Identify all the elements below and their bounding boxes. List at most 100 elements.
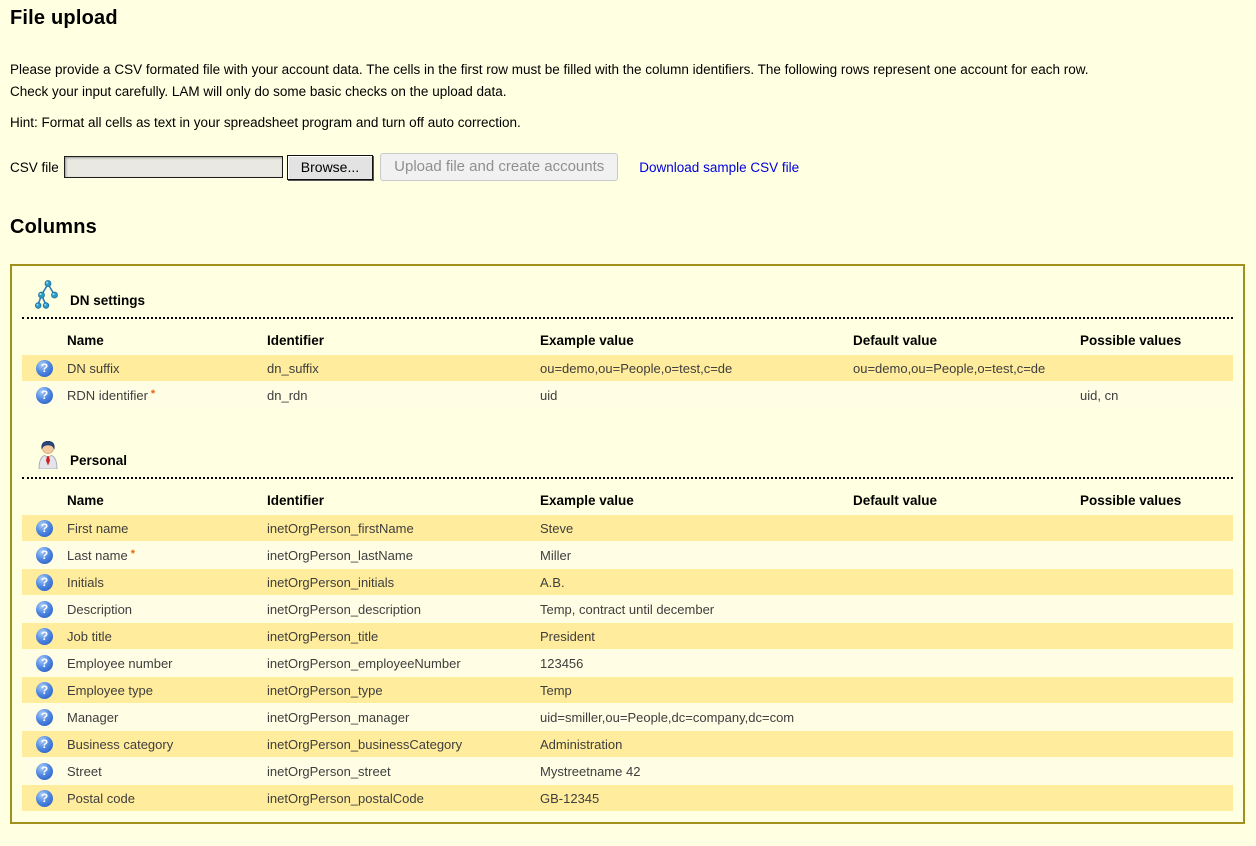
table-header-spacer (22, 320, 67, 354)
cell-identifier: inetOrgPerson_description (267, 596, 540, 622)
cell-possible (1080, 758, 1233, 784)
table-header: Example value (540, 320, 853, 354)
help-icon[interactable]: ? (36, 520, 53, 537)
table-header: Default value (853, 320, 1080, 354)
tree-icon (35, 279, 61, 309)
column-group-header: DN settings (22, 279, 1233, 319)
cell-name: Initials (67, 575, 104, 590)
intro-line-1: Please provide a CSV formated file with … (10, 59, 1245, 81)
cell-default (853, 704, 1080, 730)
upload-button[interactable]: Upload file and create accounts (380, 153, 618, 181)
cell-example: GB-12345 (540, 785, 853, 811)
help-icon[interactable]: ? (36, 360, 53, 377)
cell-default (853, 623, 1080, 649)
cell-identifier: inetOrgPerson_street (267, 758, 540, 784)
table-row: ? First name inetOrgPerson_firstName Ste… (22, 515, 1233, 541)
columns-table: NameIdentifierExample valueDefault value… (22, 479, 1233, 812)
cell-example: uid (540, 382, 853, 408)
table-header: Name (67, 480, 267, 514)
cell-identifier: inetOrgPerson_initials (267, 569, 540, 595)
columns-box: DN settings NameIdentifierExample valueD… (10, 264, 1245, 824)
cell-name: Employee type (67, 683, 153, 698)
cell-possible (1080, 596, 1233, 622)
cell-name: DN suffix (67, 361, 120, 376)
cell-name: Business category (67, 737, 173, 752)
cell-identifier: inetOrgPerson_firstName (267, 515, 540, 541)
cell-example: 123456 (540, 650, 853, 676)
table-row: ? Initials inetOrgPerson_initials A.B. (22, 569, 1233, 595)
cell-example: ou=demo,ou=People,o=test,c=de (540, 355, 853, 381)
download-sample-link[interactable]: Download sample CSV file (639, 160, 799, 175)
cell-default (853, 382, 1080, 408)
required-asterisk: * (151, 388, 155, 400)
column-group: Personal NameIdentifierExample valueDefa… (22, 439, 1233, 812)
cell-possible (1080, 650, 1233, 676)
help-icon[interactable]: ? (36, 628, 53, 645)
table-header-row: NameIdentifierExample valueDefault value… (22, 480, 1233, 514)
help-icon[interactable]: ? (36, 547, 53, 564)
table-header: Identifier (267, 320, 540, 354)
cell-default: ou=demo,ou=People,o=test,c=de (853, 355, 1080, 381)
table-row: ? RDN identifier* dn_rdn uid uid, cn (22, 382, 1233, 408)
cell-possible (1080, 355, 1233, 381)
help-icon[interactable]: ? (36, 601, 53, 618)
column-group: DN settings NameIdentifierExample valueD… (22, 279, 1233, 409)
cell-possible (1080, 569, 1233, 595)
help-icon[interactable]: ? (36, 709, 53, 726)
csv-file-input[interactable] (64, 156, 283, 178)
table-row: ? Job title inetOrgPerson_title Presiden… (22, 623, 1233, 649)
cell-identifier: inetOrgPerson_businessCategory (267, 731, 540, 757)
cell-identifier: dn_suffix (267, 355, 540, 381)
cell-name: Job title (67, 629, 112, 644)
intro-line-2: Check your input carefully. LAM will onl… (10, 81, 1245, 103)
cell-possible (1080, 731, 1233, 757)
help-icon[interactable]: ? (36, 574, 53, 591)
table-header: Name (67, 320, 267, 354)
help-icon[interactable]: ? (36, 763, 53, 780)
cell-example: Steve (540, 515, 853, 541)
cell-name: Street (67, 764, 102, 779)
cell-example: Mystreetname 42 (540, 758, 853, 784)
help-icon[interactable]: ? (36, 682, 53, 699)
columns-section-title: Columns (10, 216, 1245, 239)
help-icon[interactable]: ? (36, 736, 53, 753)
cell-name: Last name (67, 548, 128, 563)
cell-possible (1080, 704, 1233, 730)
cell-example: Temp (540, 677, 853, 703)
column-group-header: Personal (22, 439, 1233, 479)
help-icon[interactable]: ? (36, 387, 53, 404)
cell-example: President (540, 623, 853, 649)
table-header-row: NameIdentifierExample valueDefault value… (22, 320, 1233, 354)
column-group-title: DN settings (70, 293, 145, 308)
table-header-spacer (22, 480, 67, 514)
cell-identifier: inetOrgPerson_title (267, 623, 540, 649)
browse-button[interactable]: Browse... (287, 155, 373, 180)
cell-possible (1080, 785, 1233, 811)
cell-identifier: inetOrgPerson_employeeNumber (267, 650, 540, 676)
table-header: Identifier (267, 480, 540, 514)
help-icon[interactable]: ? (36, 655, 53, 672)
cell-identifier: inetOrgPerson_type (267, 677, 540, 703)
help-icon[interactable]: ? (36, 790, 53, 807)
csv-file-label: CSV file (10, 160, 59, 175)
cell-name: RDN identifier (67, 388, 148, 403)
cell-default (853, 758, 1080, 784)
table-row: ? Postal code inetOrgPerson_postalCode G… (22, 785, 1233, 811)
cell-name: First name (67, 521, 128, 536)
hint-text: Hint: Format all cells as text in your s… (10, 115, 1245, 130)
table-row: ? Employee type inetOrgPerson_type Temp (22, 677, 1233, 703)
cell-example: Administration (540, 731, 853, 757)
cell-name: Manager (67, 710, 118, 725)
cell-name: Postal code (67, 791, 135, 806)
page-title: File upload (10, 7, 1245, 30)
cell-example: Miller (540, 542, 853, 568)
column-group-title: Personal (70, 453, 127, 468)
cell-default (853, 731, 1080, 757)
cell-identifier: inetOrgPerson_lastName (267, 542, 540, 568)
cell-default (853, 650, 1080, 676)
cell-possible (1080, 677, 1233, 703)
table-row: ? Manager inetOrgPerson_manager uid=smil… (22, 704, 1233, 730)
cell-possible (1080, 515, 1233, 541)
cell-default (853, 569, 1080, 595)
cell-example: uid=smiller,ou=People,dc=company,dc=com (540, 704, 853, 730)
